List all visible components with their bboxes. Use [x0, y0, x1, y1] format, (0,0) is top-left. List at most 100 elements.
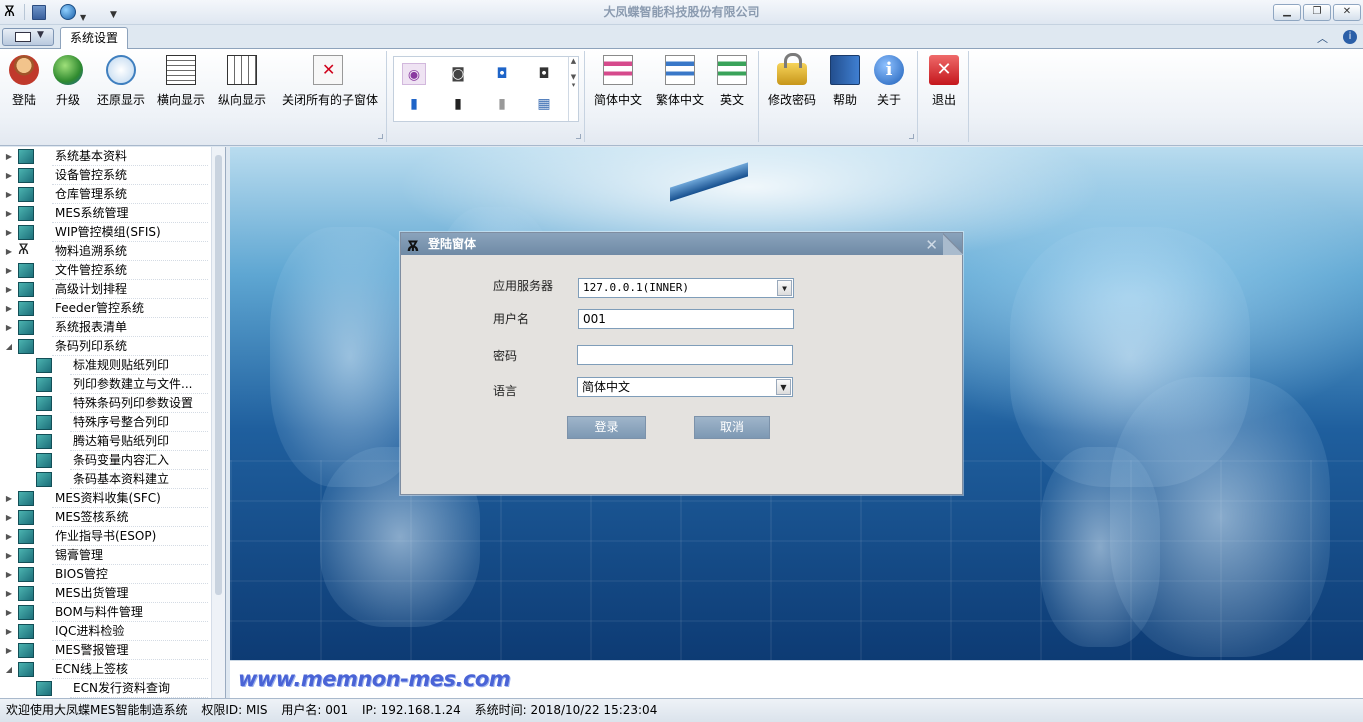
close-all-windows-button[interactable]: 关闭所有的子窗体 — [282, 53, 378, 109]
tree-item[interactable]: ▶ 系统基本资料 — [4, 147, 210, 166]
change-password-button[interactable]: 修改密码 — [766, 53, 818, 109]
dialog-launcher-icon[interactable] — [909, 134, 914, 139]
tree-item[interactable]: 标准规则贴纸列印 — [4, 356, 210, 375]
tree-item[interactable]: ◢ ECN线上签核 — [4, 660, 210, 679]
tree-expand-icon[interactable]: ▶ — [4, 304, 14, 313]
close-icon[interactable]: ✕ — [925, 234, 938, 256]
tree-item[interactable]: ▶ 文件管控系统 — [4, 261, 210, 280]
dialog-title-bar[interactable]: Ѫ 登陆窗体 ✕ — [401, 233, 962, 255]
tree-item[interactable]: ▶ 系统报表清单 — [4, 318, 210, 337]
tree-expand-icon[interactable]: ▶ — [4, 209, 14, 218]
dialog-launcher-icon[interactable] — [576, 134, 581, 139]
theme-black-icon[interactable]: ◘ — [532, 63, 556, 85]
tree-expand-icon[interactable]: ▶ — [4, 152, 14, 161]
server-select[interactable]: 127.0.0.1(INNER) ▼ — [578, 278, 794, 298]
username-input[interactable]: 001 — [578, 309, 794, 329]
tree-expand-icon[interactable]: ▶ — [4, 266, 14, 275]
tree-item[interactable]: ▶ MES出货管理 — [4, 584, 210, 603]
module-cube-icon — [18, 624, 34, 639]
tree-item[interactable]: ▶ MES签核系统 — [4, 508, 210, 527]
tree-expand-icon[interactable]: ▶ — [4, 646, 14, 655]
horizontal-display-button[interactable]: 横向显示 — [157, 53, 205, 109]
theme-dark-icon[interactable]: ◙ — [446, 63, 470, 85]
cancel-button[interactable]: 取消 — [694, 416, 770, 439]
tree-item[interactable]: 特殊条码列印参数设置 — [4, 394, 210, 413]
simplified-chinese-button[interactable]: 简体中文 — [594, 53, 642, 109]
tree-item[interactable]: 条码基本资料建立 — [4, 470, 210, 489]
tree-expand-icon[interactable]: ▶ — [4, 323, 14, 332]
tree-expand-icon[interactable]: ▶ — [4, 513, 14, 522]
tab-system-settings[interactable]: 系统设置 — [60, 27, 128, 50]
help-button[interactable]: 帮助 — [830, 53, 860, 109]
tree-item[interactable]: 腾达箱号贴纸列印 — [4, 432, 210, 451]
upgrade-button[interactable]: 升级 — [48, 53, 88, 109]
info-icon[interactable]: i — [1343, 30, 1357, 44]
tree-item[interactable]: ▶ 设备管控系统 — [4, 166, 210, 185]
tree-item[interactable]: 条码变量内容汇入 — [4, 451, 210, 470]
app-menu-button[interactable]: ▼ — [2, 28, 54, 46]
scrollbar-thumb[interactable] — [215, 155, 222, 595]
tree-item[interactable]: 列印参数建立与文件... — [4, 375, 210, 394]
tree-item[interactable]: ECN发行资料查询 — [4, 679, 210, 698]
tree-expand-icon[interactable]: ▶ — [4, 494, 14, 503]
collapse-ribbon-icon[interactable]: ︿ — [1317, 30, 1328, 46]
tree-collapse-icon[interactable]: ◢ — [4, 665, 14, 674]
tree-expand-icon[interactable]: ▶ — [4, 570, 14, 579]
tree-item[interactable]: ▶ Feeder管控系统 — [4, 299, 210, 318]
tree-expand-icon[interactable]: ▶ — [4, 285, 14, 294]
language-select[interactable]: 简体中文 ▼ — [577, 377, 793, 397]
tree-item[interactable]: ▶ IQC进料检验 — [4, 622, 210, 641]
english-button[interactable]: 英文 — [714, 53, 750, 109]
theme-vs-icon[interactable]: ◉ — [402, 63, 426, 85]
restore-display-button[interactable]: 还原显示 — [97, 53, 145, 109]
theme-gallery[interactable]: ◉ ◙ ◘ ◘ ▮ ▮ ▮ ▦ ▲ ▼ ▾ — [393, 56, 579, 122]
traditional-chinese-button[interactable]: 繁体中文 — [656, 53, 704, 109]
tree-expand-icon[interactable]: ▶ — [4, 589, 14, 598]
tree-item[interactable]: ▶ 高级计划排程 — [4, 280, 210, 299]
tree-expand-icon[interactable]: ▶ — [4, 190, 14, 199]
tree-item[interactable]: ▶ BIOS管控 — [4, 565, 210, 584]
about-button[interactable]: i 关于 — [874, 53, 904, 109]
exit-button[interactable]: ✕ 退出 — [929, 53, 959, 109]
gallery-scrollbar[interactable]: ▲ ▼ ▾ — [568, 57, 578, 121]
tree-item[interactable]: ▶ BOM与料件管理 — [4, 603, 210, 622]
chevron-down-icon[interactable]: ▼ — [777, 280, 792, 296]
chevron-down-icon[interactable]: ▼ — [776, 379, 791, 395]
navigation-tree[interactable]: ECN发行资料查询 ◢ ECN线上签核 ▶ MES警报管理 ▶ IQC进料检验 ▶ BOM与料件… — [0, 147, 226, 698]
theme-office-blue-icon[interactable]: ▮ — [402, 93, 426, 115]
tree-expand-icon[interactable]: ▶ — [4, 228, 14, 237]
maximize-button[interactable]: ❐ — [1303, 4, 1331, 21]
tree-item-label: 物料追溯系统 — [52, 242, 208, 261]
tree-item[interactable]: ▶ 仓库管理系统 — [4, 185, 210, 204]
tree-item[interactable]: 特殊序号整合列印 — [4, 413, 210, 432]
minimize-button[interactable]: ▁ — [1273, 4, 1301, 21]
theme-office-silver-icon[interactable]: ▮ — [490, 93, 514, 115]
tree-expand-icon[interactable]: ▶ — [4, 171, 14, 180]
login-submit-button[interactable]: 登录 — [567, 416, 646, 439]
password-input[interactable] — [577, 345, 793, 365]
tree-collapse-icon[interactable]: ◢ — [4, 342, 14, 351]
tree-item[interactable]: ▶ MES资料收集(SFC) — [4, 489, 210, 508]
tree-item[interactable]: ▶ 作业指导书(ESOP) — [4, 527, 210, 546]
tree-expand-icon[interactable]: ▶ — [4, 551, 14, 560]
tree-item[interactable]: ▶ MES系统管理 — [4, 204, 210, 223]
close-button[interactable]: ✕ — [1333, 4, 1361, 21]
vertical-display-button[interactable]: 纵向显示 — [218, 53, 266, 109]
status-bar: 欢迎使用大凤蝶MES智能制造系统 权限ID: MIS 用户名: 001 IP: … — [0, 698, 1363, 722]
tree-expand-icon[interactable]: ▶ — [4, 532, 14, 541]
tree-expand-icon[interactable]: ▶ — [4, 627, 14, 636]
tree-item[interactable]: ◢ 条码列印系统 — [4, 337, 210, 356]
tree-expand-icon[interactable]: ▶ — [4, 608, 14, 617]
tree-scrollbar[interactable] — [211, 147, 225, 698]
info-icon: i — [874, 55, 904, 85]
tree-item[interactable]: ▶ MES警报管理 — [4, 641, 210, 660]
theme-blue-icon[interactable]: ◘ — [490, 63, 514, 85]
tree-item[interactable]: ▶ WIP管控模组(SFIS) — [4, 223, 210, 242]
language-group: 简体中文 繁体中文 英文 — [586, 51, 759, 142]
theme-metro-icon[interactable]: ▦ — [532, 93, 556, 115]
tree-item[interactable]: ▶ 锡膏管理 — [4, 546, 210, 565]
dialog-launcher-icon[interactable] — [378, 134, 383, 139]
theme-office-black-icon[interactable]: ▮ — [446, 93, 470, 115]
tree-item[interactable]: ▶ Ѫ 物料追溯系统 — [4, 242, 210, 261]
tree-expand-icon[interactable]: ▶ — [4, 247, 14, 256]
